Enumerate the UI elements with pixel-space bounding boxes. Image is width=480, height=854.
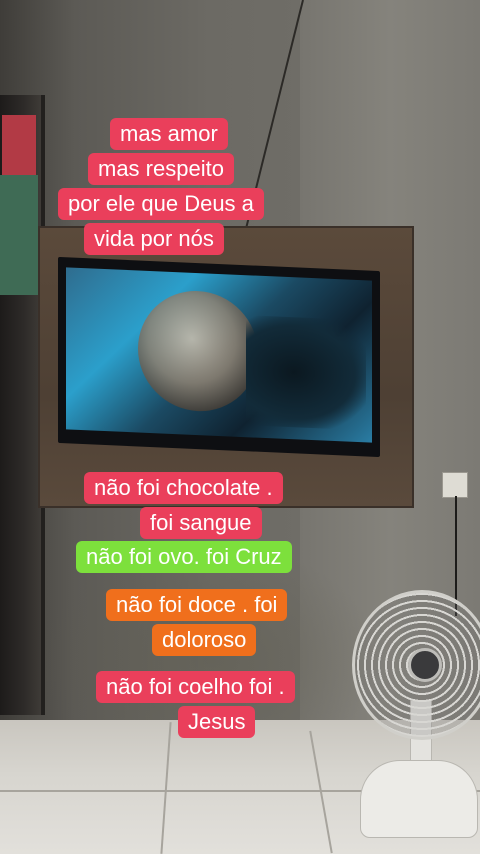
television bbox=[58, 256, 380, 458]
caption-line: por ele que Deus a bbox=[58, 188, 264, 220]
tv-scene-shadow bbox=[246, 315, 366, 431]
caption-line: mas respeito bbox=[88, 153, 234, 185]
caption-line: foi sangue bbox=[140, 507, 262, 539]
fan-base bbox=[360, 760, 478, 838]
caption-orange: doloroso bbox=[152, 624, 257, 656]
fan-hub bbox=[408, 648, 442, 682]
wall-outlet bbox=[442, 472, 468, 498]
caption-line: mas amor bbox=[110, 118, 228, 150]
caption-green: não foi ovo. foi Cruz bbox=[76, 541, 292, 573]
caption-line: Jesus bbox=[178, 706, 256, 738]
tv-screen bbox=[66, 267, 372, 443]
caption-line: não foi coelho foi . bbox=[96, 671, 295, 703]
caption-line: não foi chocolate . bbox=[84, 472, 283, 504]
caption-orange: não foi doce . foi bbox=[106, 589, 288, 621]
caption-line: vida por nós bbox=[84, 223, 224, 255]
doorway-green-object bbox=[0, 175, 38, 295]
doorway-red-object bbox=[2, 115, 36, 175]
tv-scene-face bbox=[138, 288, 258, 414]
outlet-cable bbox=[455, 496, 457, 616]
